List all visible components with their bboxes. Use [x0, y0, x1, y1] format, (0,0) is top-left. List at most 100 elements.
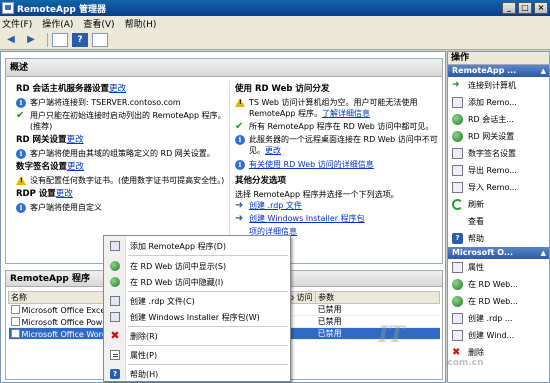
- window-title: RemoteApp 管理器: [17, 4, 106, 15]
- action-item[interactable]: RD 会话主...: [448, 111, 549, 128]
- menu-item-label: 属性(P): [130, 350, 158, 360]
- status-row: i 客户端将使用自定义: [16, 202, 226, 213]
- menu-item-hide-in-web[interactable]: 在 RD Web 访问中隐藏(I): [104, 275, 290, 289]
- action-item-label: 删除: [468, 348, 484, 357]
- program-icon: [10, 316, 20, 326]
- check-icon: ✔: [235, 121, 244, 132]
- overview-left-column: RD 会话主机服务器设置更改 i 客户端将连接到: TSERVER.contos…: [16, 81, 226, 215]
- action-pane-title: 操作: [448, 52, 549, 65]
- menu-item-label: 创建 .rdp 文件(C): [130, 296, 195, 306]
- status-row: ✔ 所有 RemoteApp 程序在 RD Web 访问中都可见。: [235, 121, 440, 132]
- collapse-arrow-icon[interactable]: ▲: [541, 65, 546, 77]
- action-item[interactable]: 创建 .rdp ...: [448, 310, 549, 327]
- other-options-title: 其他分发选项: [235, 176, 287, 186]
- web-change-link[interactable]: 更改: [265, 146, 281, 155]
- column-header-params[interactable]: 参数: [315, 291, 440, 304]
- delete-icon: ✖: [110, 329, 120, 342]
- menu-separator: [128, 345, 288, 346]
- status-text: 客户端将使用自定义: [30, 203, 102, 212]
- menu-item-label: 在 RD Web 访问中显示(S): [130, 261, 227, 271]
- action-section-label: Microsoft O...: [452, 248, 513, 257]
- rdp-heading: RDP 设置更改: [16, 189, 226, 200]
- rdp-change-link[interactable]: 更改: [56, 189, 73, 199]
- action-item-label: 导出 Remo...: [468, 166, 517, 175]
- forward-arrow-icon[interactable]: ▶: [23, 33, 39, 47]
- title-bar: RemoteApp 管理器 _ □ ×: [0, 0, 550, 16]
- menu-view[interactable]: 查看(V): [83, 17, 114, 30]
- menu-action[interactable]: 操作(A): [42, 17, 73, 30]
- menu-item-properties[interactable]: 属性(P): [104, 348, 290, 362]
- close-button[interactable]: ×: [534, 2, 548, 14]
- action-item-label: 连接到计算机: [468, 81, 516, 90]
- help-icon: ?: [452, 233, 463, 244]
- menu-item-label: 在 RD Web 访问中隐藏(I): [130, 277, 224, 287]
- action-item-label: RD 会话主...: [468, 115, 514, 124]
- action-item[interactable]: ? 帮助: [448, 230, 549, 247]
- action-item[interactable]: 在 RD Web...: [448, 276, 549, 293]
- menu-item-help[interactable]: ? 帮助(H): [104, 367, 290, 381]
- add-program-icon: [110, 241, 120, 251]
- learn-more-link[interactable]: 了解详细信息: [322, 109, 370, 118]
- gateway-title: RD 网关设置: [16, 135, 67, 145]
- doc-icon: [452, 97, 463, 108]
- action-item-label: 帮助: [468, 234, 484, 243]
- globe-icon: [110, 277, 120, 287]
- action-item[interactable]: RD 网关设置: [448, 128, 549, 145]
- help-icon[interactable]: ?: [72, 32, 88, 47]
- globe-icon: [110, 261, 120, 271]
- menu-file[interactable]: 文件(F): [2, 17, 32, 30]
- minimize-button[interactable]: _: [502, 2, 516, 14]
- action-item-label: 属性: [468, 263, 484, 272]
- program-icon: [10, 328, 20, 338]
- session-host-change-link[interactable]: 更改: [109, 84, 126, 94]
- action-item[interactable]: 添加 Remo...: [448, 94, 549, 111]
- status-text: 客户端将连接到: TSERVER.contoso.com: [30, 98, 181, 107]
- action-item-label: 在 RD Web...: [468, 297, 518, 306]
- properties-icon: [110, 350, 120, 360]
- menu-item-delete[interactable]: ✖ 删除(R): [104, 329, 290, 343]
- maximize-button[interactable]: □: [518, 2, 532, 14]
- help-icon: ?: [110, 369, 120, 379]
- menu-item-show-in-web[interactable]: 在 RD Web 访问中显示(S): [104, 259, 290, 273]
- action-item[interactable]: 创建 Wind...: [448, 327, 549, 344]
- collapse-arrow-icon[interactable]: ▲: [541, 247, 546, 259]
- show-action-pane-icon[interactable]: [92, 32, 108, 47]
- create-msi-link[interactable]: 创建 Windows Installer 程序包: [249, 213, 365, 224]
- action-item[interactable]: 导出 Remo...: [448, 162, 549, 179]
- refresh-icon: [452, 199, 463, 210]
- status-text: 用户只能在初始连接时启动列出的 RemoteApp 程序。(推荐): [30, 111, 226, 131]
- web-access-info-link[interactable]: 有关使用 RD Web 访问的详细信息: [249, 159, 374, 170]
- show-hide-tree-icon[interactable]: [52, 32, 68, 47]
- globe-icon: [452, 114, 463, 125]
- action-item-label: 查看: [468, 217, 484, 226]
- action-item[interactable]: ➜ 连接到计算机: [448, 77, 549, 94]
- doc-icon: [452, 262, 463, 273]
- action-item[interactable]: 查看: [448, 213, 549, 230]
- status-text: TS Web 访问计算机组为空。用户可能无法使用 RemoteApp 程序。了解…: [249, 97, 440, 119]
- menu-item-label: 帮助(H): [130, 369, 159, 379]
- back-arrow-icon[interactable]: ◀: [3, 33, 19, 47]
- action-item[interactable]: 数字签名设置: [448, 145, 549, 162]
- action-item-label: 数字签名设置: [468, 149, 516, 158]
- action-item-label: 刷新: [468, 200, 484, 209]
- program-name: Microsoft Office Word: [21, 329, 107, 339]
- arrow-icon: ➜: [235, 200, 244, 211]
- status-row: ! TS Web 访问计算机组为空。用户可能无法使用 RemoteApp 程序。…: [235, 97, 440, 119]
- action-section-program[interactable]: Microsoft O... ▲: [448, 247, 549, 259]
- menu-item-add-remoteapp[interactable]: 添加 RemoteApp 程序(D): [104, 239, 290, 253]
- action-item[interactable]: 属性: [448, 259, 549, 276]
- menu-item-create-rdp[interactable]: 创建 .rdp 文件(C): [104, 294, 290, 308]
- action-item[interactable]: 刷新: [448, 196, 549, 213]
- warning-icon: !: [16, 176, 26, 186]
- menu-help[interactable]: 帮助(H): [125, 17, 157, 30]
- gateway-change-link[interactable]: 更改: [67, 135, 84, 145]
- column-header-name[interactable]: 名称: [7, 291, 111, 304]
- action-item[interactable]: 导入 Remo...: [448, 179, 549, 196]
- create-rdp-link[interactable]: 创建 .rdp 文件: [249, 200, 302, 211]
- action-item[interactable]: 在 RD Web...: [448, 293, 549, 310]
- signature-change-link[interactable]: 更改: [67, 162, 84, 172]
- action-section-remoteapp[interactable]: RemoteApp ... ▲: [448, 65, 549, 77]
- web-more-row: i 有关使用 RD Web 访问的详细信息: [235, 159, 440, 170]
- menu-item-create-msi[interactable]: 创建 Windows Installer 程序包(W): [104, 310, 290, 324]
- action-item-label: 在 RD Web...: [468, 280, 518, 289]
